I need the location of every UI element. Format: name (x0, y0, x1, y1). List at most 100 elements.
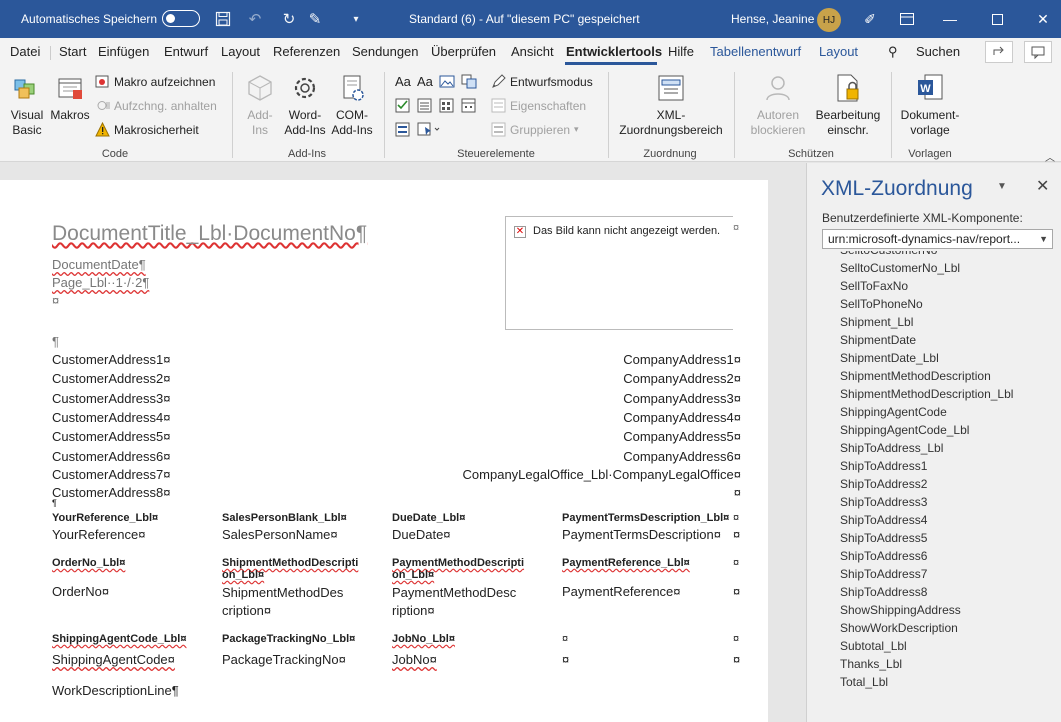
document-title-field[interactable]: DocumentTitle_Lbl·DocumentNo¶ (52, 222, 367, 246)
pen-icon[interactable]: ✐ (859, 8, 881, 30)
component-select[interactable]: urn:microsoft-dynamics-nav/report... ▼ (822, 229, 1053, 249)
xml-node-item[interactable]: SellToFaxNo (840, 277, 1055, 295)
repeating-section-icon[interactable] (395, 122, 411, 140)
xml-node-item[interactable]: ShipToAddress6 (840, 547, 1055, 565)
xml-node-item[interactable]: ShipToAddress8 (840, 583, 1055, 601)
due-date-label[interactable]: DueDate_Lbl¤ (392, 512, 465, 524)
company-address-field[interactable]: CompanyAddress6¤ (623, 449, 741, 464)
xml-node-item[interactable]: ShipmentMethodDescription (840, 367, 1055, 385)
package-tracking-label[interactable]: PackageTrackingNo_Lbl¤ (222, 633, 355, 645)
restrict-editing-button[interactable]: Bearbeitung einschr. (812, 72, 884, 138)
tab-review[interactable]: Überprüfen (431, 44, 496, 59)
properties-button[interactable]: Eigenschaften (491, 98, 586, 113)
search-icon[interactable]: ⚲ (888, 44, 898, 60)
xml-node-item[interactable]: ShippingAgentCode_Lbl (840, 421, 1055, 439)
pane-options-icon[interactable]: ▼ (997, 181, 1007, 192)
share-button[interactable] (985, 41, 1013, 63)
page-field[interactable]: Page_Lbl··1·/·2¶ (52, 275, 149, 290)
xml-node-item[interactable]: Total_Lbl (840, 673, 1055, 691)
redo-icon[interactable]: ↻ (280, 10, 298, 28)
macros-button[interactable]: Makros (49, 72, 91, 123)
shipment-method-label[interactable]: ShipmentMethodDescripti on_Lbl¤ (222, 557, 358, 581)
payment-reference-field[interactable]: PaymentReference¤ (562, 584, 681, 599)
company-address-field[interactable]: CompanyAddress2¤ (623, 371, 741, 386)
xml-node-item[interactable]: Thanks_Lbl (840, 655, 1055, 673)
tab-view[interactable]: Ansicht (511, 44, 554, 59)
customer-address-field[interactable]: CustomerAddress3¤ (52, 391, 171, 406)
addins-button[interactable]: Add-Ins (242, 72, 278, 138)
payment-reference-label[interactable]: PaymentReference_Lbl¤ (562, 557, 690, 569)
xml-node-item[interactable]: Subtotal_Lbl (840, 637, 1055, 655)
salesperson-label[interactable]: SalesPersonBlank_Lbl¤ (222, 512, 347, 524)
customize-toolbar-icon[interactable]: ▾ (347, 10, 365, 28)
payment-terms-label[interactable]: PaymentTermsDescription_Lbl¤ (562, 512, 729, 524)
order-no-label[interactable]: OrderNo_Lbl¤ (52, 557, 125, 569)
group-button[interactable]: Gruppieren ▾ (491, 122, 579, 137)
pause-recording-button[interactable]: Aufzchng. anhalten (95, 98, 217, 113)
due-date-field[interactable]: DueDate¤ (392, 527, 451, 542)
comments-button[interactable] (1024, 41, 1052, 63)
customer-address-field[interactable]: CustomerAddress7¤ (52, 467, 171, 482)
company-address-field[interactable]: CompanyAddress4¤ (623, 410, 741, 425)
shipping-agent-field[interactable]: ShippingAgentCode¤ (52, 652, 175, 667)
minimize-icon[interactable]: — (939, 8, 961, 30)
maximize-icon[interactable] (986, 8, 1008, 30)
building-block-icon[interactable] (461, 74, 477, 92)
xml-node-item[interactable]: ShipToAddress7 (840, 565, 1055, 583)
format-painter-icon[interactable]: ✎ (306, 10, 324, 28)
record-macro-button[interactable]: Makro aufzeichnen (95, 74, 215, 89)
xml-node-item[interactable]: ShowShippingAddress (840, 601, 1055, 619)
macro-security-button[interactable]: Makrosicherheit (95, 121, 199, 137)
tab-references[interactable]: Referenzen (273, 44, 340, 59)
your-reference-field[interactable]: YourReference¤ (52, 527, 145, 542)
combobox-control-icon[interactable] (417, 98, 433, 116)
block-authors-button[interactable]: Autoren blockieren (742, 72, 814, 138)
collapse-ribbon-icon[interactable]: ︿ (1045, 149, 1055, 164)
plain-text-control-icon[interactable]: Aa (417, 74, 433, 89)
payment-method-label[interactable]: PaymentMethodDescripti on_Lbl¤ (392, 557, 527, 581)
payment-method-field[interactable]: PaymentMethodDesc ription¤ (392, 584, 527, 620)
job-no-label[interactable]: JobNo_Lbl¤ (392, 633, 455, 645)
xml-node-item[interactable]: ShipToAddress5 (840, 529, 1055, 547)
xml-node-item[interactable]: ShipmentDate (840, 331, 1055, 349)
rich-text-control-icon[interactable]: Aa (395, 74, 411, 89)
xml-node-item[interactable]: ShipToAddress3 (840, 493, 1055, 511)
com-addins-button[interactable]: COM-Add-Ins (330, 72, 374, 138)
picture-control-icon[interactable] (439, 74, 455, 92)
payment-terms-field[interactable]: PaymentTermsDescription¤ (562, 527, 721, 542)
company-address-field[interactable]: CompanyAddress1¤ (623, 352, 741, 367)
xml-node-item[interactable]: Shipment_Lbl (840, 313, 1055, 331)
job-no-field[interactable]: JobNo¤ (392, 652, 437, 667)
user-name[interactable]: Hense, Jeanine (731, 12, 814, 26)
autosave-toggle[interactable] (162, 10, 200, 27)
tab-layout[interactable]: Layout (221, 44, 260, 59)
tab-insert[interactable]: Einfügen (98, 44, 149, 59)
tab-design[interactable]: Entwurf (164, 44, 208, 59)
customer-address-field[interactable]: CustomerAddress5¤ (52, 429, 171, 444)
date-picker-icon[interactable] (461, 98, 477, 116)
avatar[interactable]: HJ (817, 8, 841, 32)
tab-table-design[interactable]: Tabellenentwurf (710, 44, 801, 59)
close-icon[interactable]: ✕ (1036, 176, 1049, 196)
design-mode-button[interactable]: Entwurfsmodus (491, 74, 593, 89)
customer-address-field[interactable]: CustomerAddress4¤ (52, 410, 171, 425)
dropdown-control-icon[interactable] (439, 98, 455, 116)
customer-address-field[interactable]: CustomerAddress8¤ (52, 485, 171, 500)
xml-mapping-pane-button[interactable]: XML-Zuordnungsbereich (616, 72, 726, 138)
checkbox-control-icon[interactable] (395, 98, 411, 116)
xml-node-item[interactable]: ShipmentMethodDescription_Lbl (840, 385, 1055, 403)
xml-node-item[interactable]: SellToPhoneNo (840, 295, 1055, 313)
company-address-field[interactable]: CompanyAddress5¤ (623, 429, 741, 444)
customer-address-field[interactable]: CustomerAddress2¤ (52, 371, 171, 386)
document-template-button[interactable]: W Dokument-vorlage (895, 72, 965, 138)
search-label[interactable]: Suchen (916, 44, 960, 59)
tab-home[interactable]: Start (59, 44, 86, 59)
xml-node-item[interactable]: ShipToAddress4 (840, 511, 1055, 529)
tab-help[interactable]: Hilfe (668, 44, 694, 59)
xml-node-item[interactable]: ShipmentDate_Lbl (840, 349, 1055, 367)
close-icon[interactable]: ✕ (1032, 8, 1054, 30)
customer-address-field[interactable]: CustomerAddress6¤ (52, 449, 171, 464)
company-legal-office-field[interactable]: CompanyLegalOffice_Lbl·CompanyLegalOffic… (463, 467, 741, 482)
document-date-field[interactable]: DocumentDate¶ (52, 257, 146, 272)
document-page[interactable]: DocumentTitle_Lbl·DocumentNo¶ DocumentDa… (0, 180, 768, 722)
